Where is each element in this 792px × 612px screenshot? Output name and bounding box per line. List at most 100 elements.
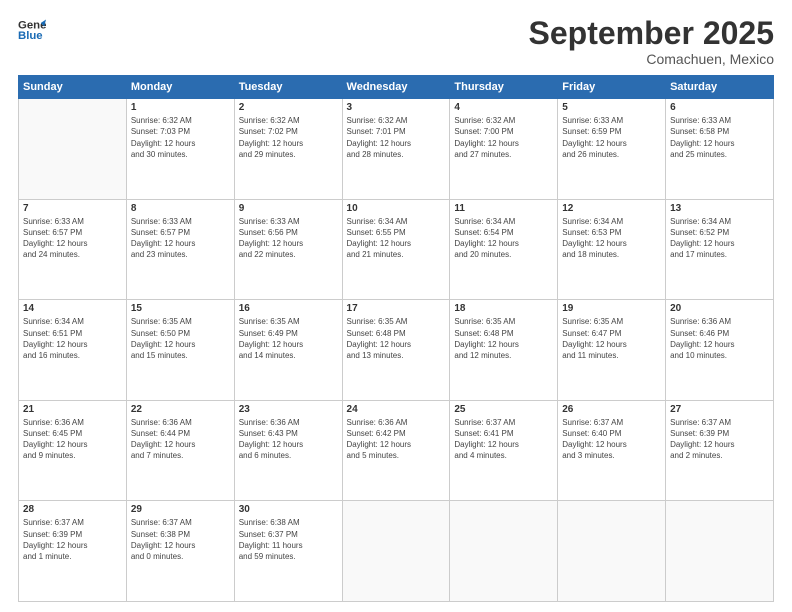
svg-text:Blue: Blue [18, 30, 43, 42]
day-number: 13 [670, 203, 769, 214]
day-number: 21 [23, 404, 122, 415]
weekday-header-wednesday: Wednesday [342, 76, 450, 99]
calendar-cell: 2 Sunrise: 6:32 AM Sunset: 7:02 PM Daylig… [234, 99, 342, 200]
calendar-cell [558, 501, 666, 602]
weekday-header-thursday: Thursday [450, 76, 558, 99]
day-number: 19 [562, 303, 661, 314]
day-info: Sunrise: 6:35 AM Sunset: 6:47 PM Dayligh… [562, 316, 661, 361]
day-number: 8 [131, 203, 230, 214]
day-number: 11 [454, 203, 553, 214]
day-info: Sunrise: 6:33 AM Sunset: 6:57 PM Dayligh… [131, 216, 230, 261]
calendar-cell: 19 Sunrise: 6:35 AM Sunset: 6:47 PM Dayli… [558, 300, 666, 401]
calendar-cell: 9 Sunrise: 6:33 AM Sunset: 6:56 PM Daylig… [234, 199, 342, 300]
weekday-header-saturday: Saturday [666, 76, 774, 99]
day-info: Sunrise: 6:35 AM Sunset: 6:48 PM Dayligh… [454, 316, 553, 361]
day-info: Sunrise: 6:38 AM Sunset: 6:37 PM Dayligh… [239, 517, 338, 562]
day-info: Sunrise: 6:37 AM Sunset: 6:39 PM Dayligh… [23, 517, 122, 562]
day-number: 28 [23, 504, 122, 515]
calendar-cell [19, 99, 127, 200]
day-info: Sunrise: 6:36 AM Sunset: 6:46 PM Dayligh… [670, 316, 769, 361]
week-row-3: 14 Sunrise: 6:34 AM Sunset: 6:51 PM Dayli… [19, 300, 774, 401]
day-number: 2 [239, 102, 338, 113]
day-info: Sunrise: 6:37 AM Sunset: 6:41 PM Dayligh… [454, 417, 553, 462]
calendar-cell: 24 Sunrise: 6:36 AM Sunset: 6:42 PM Dayli… [342, 400, 450, 501]
day-number: 24 [347, 404, 446, 415]
day-number: 30 [239, 504, 338, 515]
day-info: Sunrise: 6:36 AM Sunset: 6:45 PM Dayligh… [23, 417, 122, 462]
day-number: 6 [670, 102, 769, 113]
weekday-header-sunday: Sunday [19, 76, 127, 99]
day-info: Sunrise: 6:32 AM Sunset: 7:02 PM Dayligh… [239, 115, 338, 160]
logo: General Blue [18, 16, 46, 44]
calendar-cell [450, 501, 558, 602]
calendar-cell: 21 Sunrise: 6:36 AM Sunset: 6:45 PM Dayli… [19, 400, 127, 501]
calendar-cell: 4 Sunrise: 6:32 AM Sunset: 7:00 PM Daylig… [450, 99, 558, 200]
calendar-cell: 23 Sunrise: 6:36 AM Sunset: 6:43 PM Dayli… [234, 400, 342, 501]
day-number: 26 [562, 404, 661, 415]
calendar-cell [342, 501, 450, 602]
title-block: September 2025 Comachuen, Mexico [529, 16, 774, 67]
calendar-table: SundayMondayTuesdayWednesdayThursdayFrid… [18, 75, 774, 602]
week-row-2: 7 Sunrise: 6:33 AM Sunset: 6:57 PM Daylig… [19, 199, 774, 300]
calendar-cell: 18 Sunrise: 6:35 AM Sunset: 6:48 PM Dayli… [450, 300, 558, 401]
calendar-cell: 28 Sunrise: 6:37 AM Sunset: 6:39 PM Dayli… [19, 501, 127, 602]
day-info: Sunrise: 6:36 AM Sunset: 6:44 PM Dayligh… [131, 417, 230, 462]
location-subtitle: Comachuen, Mexico [529, 51, 774, 67]
day-number: 15 [131, 303, 230, 314]
calendar-cell: 15 Sunrise: 6:35 AM Sunset: 6:50 PM Dayli… [126, 300, 234, 401]
calendar-cell: 10Sunrise: 6:34 AM Sunset: 6:55 PM Dayli… [342, 199, 450, 300]
week-row-1: 1 Sunrise: 6:32 AM Sunset: 7:03 PM Daylig… [19, 99, 774, 200]
day-info: Sunrise: 6:32 AM Sunset: 7:01 PM Dayligh… [347, 115, 446, 160]
weekday-header-row: SundayMondayTuesdayWednesdayThursdayFrid… [19, 76, 774, 99]
calendar-cell: 17Sunrise: 6:35 AM Sunset: 6:48 PM Dayli… [342, 300, 450, 401]
day-info: Sunrise: 6:36 AM Sunset: 6:42 PM Dayligh… [347, 417, 446, 462]
day-number: 7 [23, 203, 122, 214]
calendar-cell: 1 Sunrise: 6:32 AM Sunset: 7:03 PM Daylig… [126, 99, 234, 200]
weekday-header-friday: Friday [558, 76, 666, 99]
calendar-cell: 12 Sunrise: 6:34 AM Sunset: 6:53 PM Dayli… [558, 199, 666, 300]
calendar-cell: 26Sunrise: 6:37 AM Sunset: 6:40 PM Dayli… [558, 400, 666, 501]
day-info: Sunrise: 6:36 AM Sunset: 6:43 PM Dayligh… [239, 417, 338, 462]
day-info: Sunrise: 6:33 AM Sunset: 6:59 PM Dayligh… [562, 115, 661, 160]
calendar-page: General Blue September 2025 Comachuen, M… [0, 0, 792, 612]
day-number: 1 [131, 102, 230, 113]
day-number: 12 [562, 203, 661, 214]
calendar-cell [666, 501, 774, 602]
day-number: 25 [454, 404, 553, 415]
calendar-cell: 22 Sunrise: 6:36 AM Sunset: 6:44 PM Dayli… [126, 400, 234, 501]
day-info: Sunrise: 6:34 AM Sunset: 6:51 PM Dayligh… [23, 316, 122, 361]
weekday-header-tuesday: Tuesday [234, 76, 342, 99]
calendar-cell: 13Sunrise: 6:34 AM Sunset: 6:52 PM Dayli… [666, 199, 774, 300]
day-number: 14 [23, 303, 122, 314]
day-number: 9 [239, 203, 338, 214]
calendar-cell: 14 Sunrise: 6:34 AM Sunset: 6:51 PM Dayli… [19, 300, 127, 401]
day-number: 27 [670, 404, 769, 415]
calendar-cell: 6 Sunrise: 6:33 AM Sunset: 6:58 PM Daylig… [666, 99, 774, 200]
day-number: 5 [562, 102, 661, 113]
day-info: Sunrise: 6:35 AM Sunset: 6:50 PM Dayligh… [131, 316, 230, 361]
day-number: 23 [239, 404, 338, 415]
calendar-cell: 11 Sunrise: 6:34 AM Sunset: 6:54 PM Dayli… [450, 199, 558, 300]
month-title: September 2025 [529, 16, 774, 51]
calendar-cell: 29Sunrise: 6:37 AM Sunset: 6:38 PM Dayli… [126, 501, 234, 602]
header: General Blue September 2025 Comachuen, M… [18, 16, 774, 67]
calendar-cell: 7Sunrise: 6:33 AM Sunset: 6:57 PM Daylig… [19, 199, 127, 300]
day-info: Sunrise: 6:34 AM Sunset: 6:53 PM Dayligh… [562, 216, 661, 261]
day-info: Sunrise: 6:37 AM Sunset: 6:39 PM Dayligh… [670, 417, 769, 462]
day-number: 18 [454, 303, 553, 314]
day-number: 29 [131, 504, 230, 515]
day-info: Sunrise: 6:33 AM Sunset: 6:56 PM Dayligh… [239, 216, 338, 261]
day-number: 20 [670, 303, 769, 314]
day-info: Sunrise: 6:33 AM Sunset: 6:58 PM Dayligh… [670, 115, 769, 160]
week-row-4: 21 Sunrise: 6:36 AM Sunset: 6:45 PM Dayli… [19, 400, 774, 501]
day-info: Sunrise: 6:32 AM Sunset: 7:03 PM Dayligh… [131, 115, 230, 160]
calendar-cell: 30 Sunrise: 6:38 AM Sunset: 6:37 PM Dayli… [234, 501, 342, 602]
day-number: 4 [454, 102, 553, 113]
calendar-cell: 5 Sunrise: 6:33 AM Sunset: 6:59 PM Daylig… [558, 99, 666, 200]
day-number: 22 [131, 404, 230, 415]
calendar-cell: 8 Sunrise: 6:33 AM Sunset: 6:57 PM Daylig… [126, 199, 234, 300]
day-info: Sunrise: 6:32 AM Sunset: 7:00 PM Dayligh… [454, 115, 553, 160]
week-row-5: 28 Sunrise: 6:37 AM Sunset: 6:39 PM Dayli… [19, 501, 774, 602]
day-number: 17 [347, 303, 446, 314]
day-info: Sunrise: 6:34 AM Sunset: 6:54 PM Dayligh… [454, 216, 553, 261]
